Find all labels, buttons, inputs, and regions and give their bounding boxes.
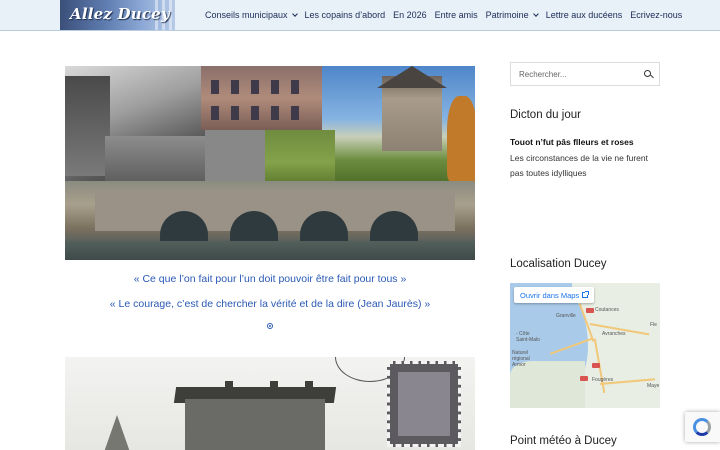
nav-item-label: Patrimoine: [485, 10, 529, 20]
map-label: - Côte: [516, 331, 530, 337]
site-logo[interactable]: Allez Ducey: [60, 0, 175, 30]
open-in-maps-label: Ouvrir dans Maps: [520, 290, 580, 300]
facade-photo: [201, 66, 322, 130]
nav-item-label: En 2026: [393, 10, 427, 20]
window-shape: [211, 106, 219, 120]
chimney-shape: [270, 381, 278, 395]
meteo-widget-title: Point météo à Ducey: [510, 435, 617, 447]
chimney-shape: [305, 381, 313, 395]
nav-item-entre-amis[interactable]: Entre amis: [435, 10, 478, 20]
window-shape: [271, 106, 279, 120]
river-water: [65, 241, 475, 260]
stamp-figure: [398, 372, 450, 436]
window-shape: [231, 80, 239, 94]
map-road-badge: [580, 376, 588, 381]
window-shape: [291, 106, 299, 120]
quote-text: « Ce que l’on fait pour l’un doit pouvoi…: [133, 273, 407, 285]
chevron-down-icon: [532, 10, 539, 17]
bullet-icon: [267, 323, 273, 329]
window-shape: [251, 106, 259, 120]
autumn-tree-shape: [447, 96, 475, 181]
nav-item-copains[interactable]: Les copains d’abord: [305, 10, 386, 20]
nav-item-label: Lettre aux ducéens: [545, 10, 623, 20]
nav-item-ecrivez-nous[interactable]: Ecrivez-nous: [630, 10, 682, 20]
street-shape: [105, 136, 205, 181]
nav-item-conseils-municipaux[interactable]: Conseils municipaux: [205, 10, 298, 20]
map-label: Granville: [556, 313, 576, 319]
garden-photo: [265, 130, 335, 184]
building-shape: [185, 399, 325, 450]
open-in-maps-button[interactable]: Ouvrir dans Maps: [514, 287, 595, 303]
house-shape: [65, 76, 110, 176]
logo-text: Allez Ducey: [70, 5, 170, 23]
old-postcard-image: [65, 357, 475, 450]
window-shape: [231, 106, 239, 120]
dicton-meaning: Les circonstances de la vie ne furent pa…: [510, 153, 648, 178]
nav-item-label: Entre amis: [434, 10, 478, 20]
map-label: Saint-Malo: [516, 337, 540, 343]
nav-item-en-2026[interactable]: En 2026: [393, 10, 427, 20]
postage-stamp: [387, 361, 461, 447]
external-link-icon: [582, 291, 590, 298]
map-label: Avranches: [602, 331, 626, 337]
search-box: [510, 62, 660, 86]
pine-tree-shape: [103, 415, 131, 450]
nav-item-lettre[interactable]: Lettre aux ducéens: [546, 10, 623, 20]
chimney-shape: [225, 381, 233, 395]
map-label: Coutances: [595, 307, 619, 313]
window-shape: [211, 80, 219, 94]
window-shape: [291, 80, 299, 94]
chevron-down-icon: [291, 10, 298, 17]
castle-roof-shape: [377, 66, 447, 88]
nav-item-label: Conseils municipaux: [205, 10, 288, 20]
nav-item-patrimoine[interactable]: Patrimoine: [485, 10, 539, 20]
map-label: Fle: [650, 322, 657, 328]
localisation-widget-title: Localisation Ducey: [510, 258, 607, 270]
window-shape: [251, 80, 259, 94]
dicton-widget-title: Dicton du jour: [510, 109, 581, 121]
search-input[interactable]: [519, 69, 639, 79]
map-road-badge: [592, 363, 600, 368]
old-street-photo: [65, 66, 205, 181]
nav-item-label: Les copains d’abord: [304, 10, 386, 20]
location-map[interactable]: Coutances Granville Avranches Saint-Malo…: [510, 283, 660, 408]
hero-collage-image: [65, 66, 475, 260]
map-label: Maye: [647, 383, 660, 389]
nav-item-label: Ecrivez-nous: [630, 10, 683, 20]
map-label: Armor: [512, 362, 526, 368]
recaptcha-badge[interactable]: [685, 412, 720, 442]
main-nav: Conseils municipaux Les copains d’abord …: [205, 0, 690, 30]
dicton-saying: Touot n’fut pâs flleurs et roses: [510, 137, 634, 147]
search-icon[interactable]: [644, 70, 651, 77]
map-road-badge: [586, 308, 594, 313]
quote-text: « Le courage, c’est de chercher la vérit…: [109, 298, 431, 310]
recaptcha-icon: [693, 418, 711, 436]
castle-photo: [322, 66, 475, 184]
window-shape: [271, 80, 279, 94]
map-land: [510, 361, 585, 408]
site-header: Allez Ducey Conseils municipaux Les copa…: [0, 0, 720, 31]
map-label: Fougères: [592, 377, 614, 383]
